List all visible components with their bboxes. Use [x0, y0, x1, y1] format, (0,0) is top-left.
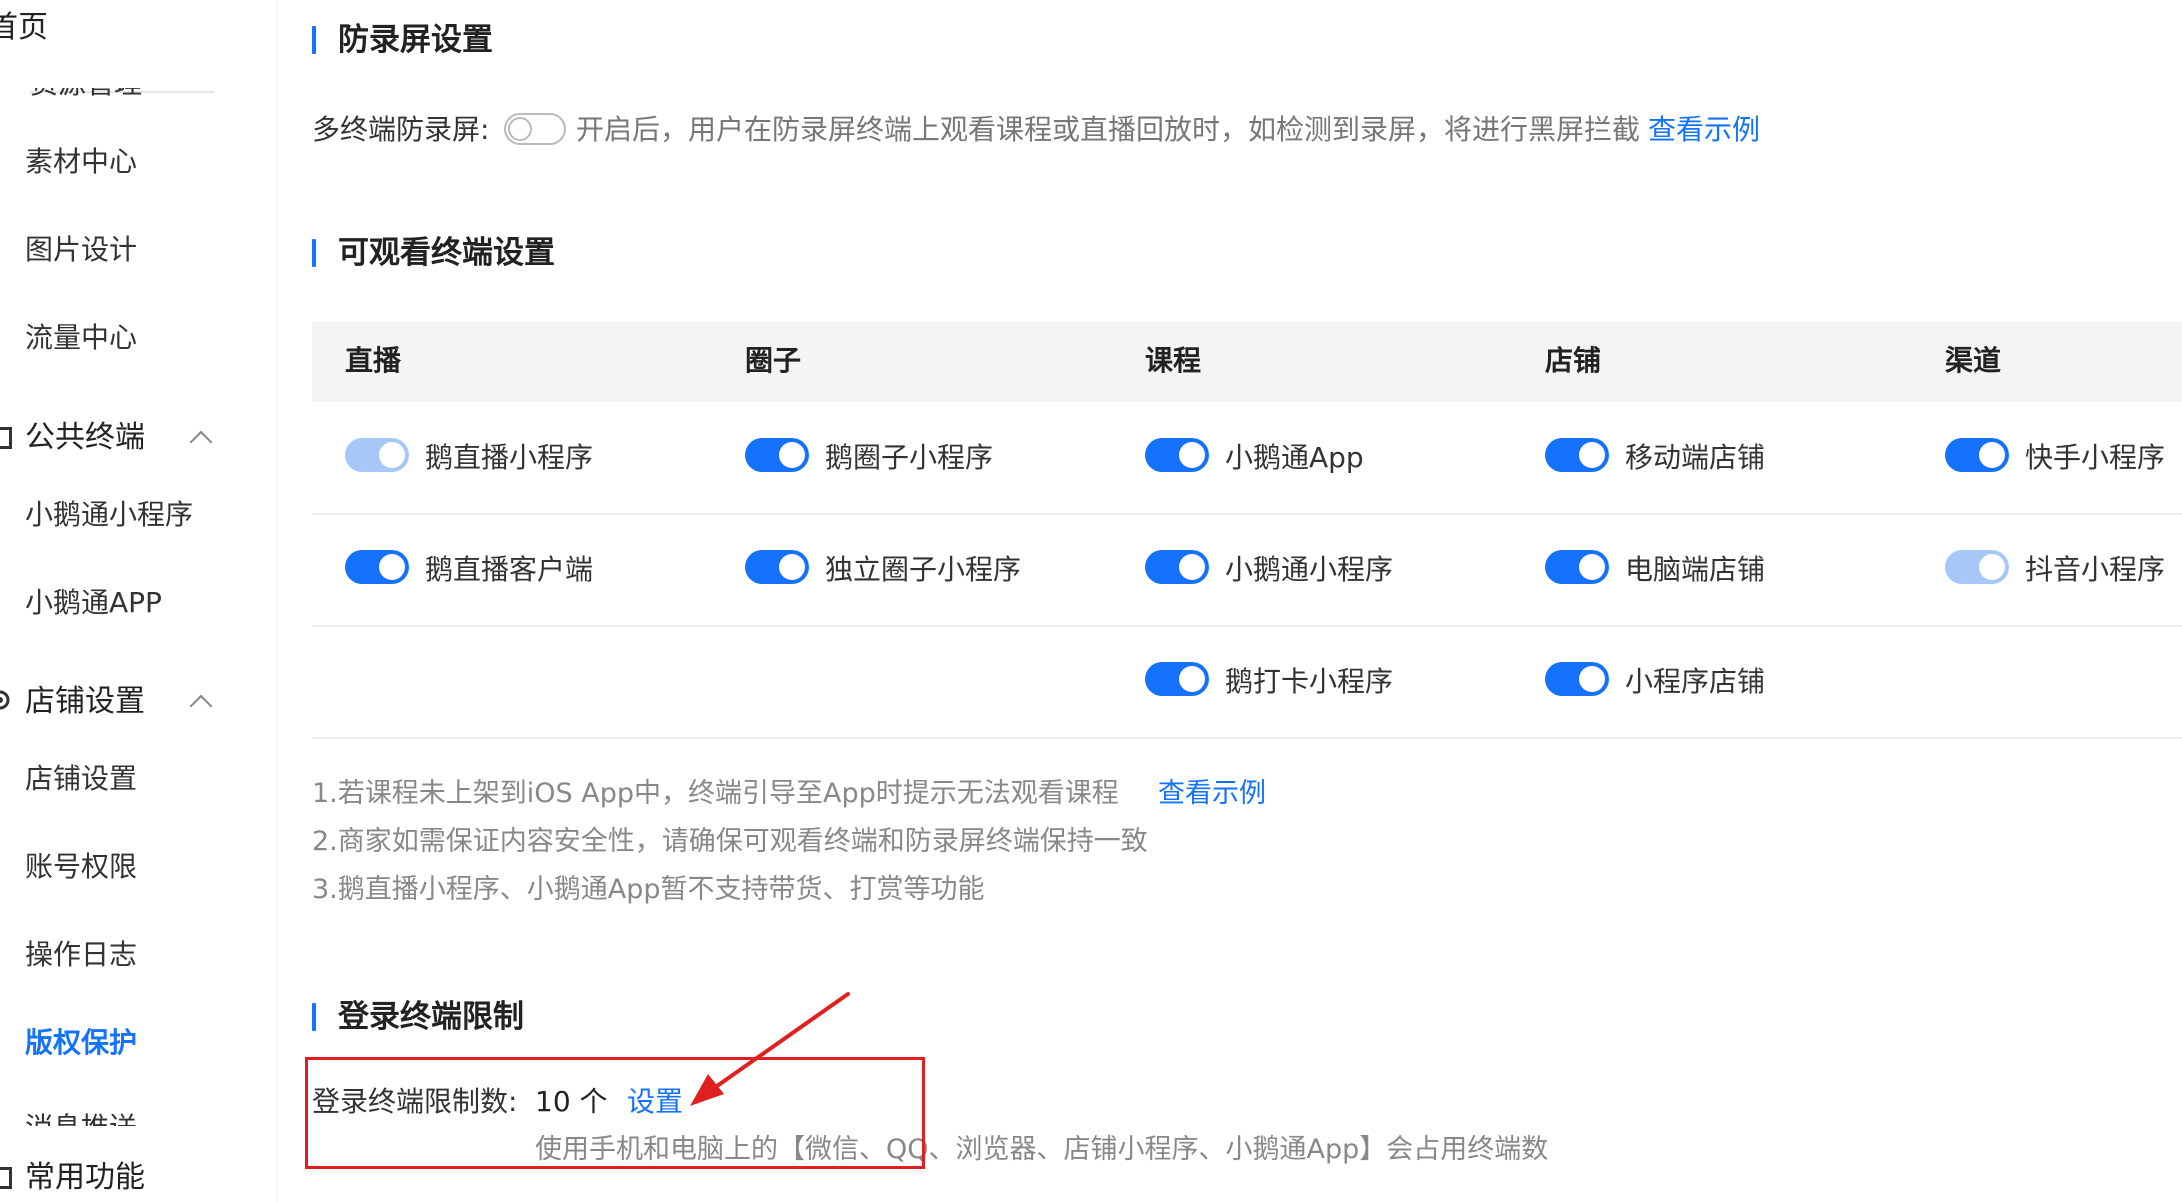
terminal-label: 鹅直播客户端 — [425, 553, 594, 586]
terminal-label: 小程序店铺 — [1625, 665, 1766, 698]
toggle-knob — [1979, 442, 2005, 468]
main-content: 防录屏设置 多终端防录屏: 开启后，用户在防录屏终端上观看课程或直播回放时，如检… — [278, 0, 2182, 1202]
section-accent-bar — [312, 239, 316, 267]
section-accent-bar — [312, 1003, 316, 1031]
sidebar-item-account-permissions[interactable]: 账号权限 — [25, 849, 137, 885]
toggle-xiaoe-app[interactable] — [1145, 438, 1209, 472]
terminal-label: 鹅直播小程序 — [425, 441, 594, 474]
column-header-channel: 渠道 — [1945, 344, 2002, 377]
toggle-knob — [379, 442, 405, 468]
terminal-icon — [0, 427, 12, 449]
toggle-knob — [779, 554, 805, 580]
chevron-up-icon[interactable] — [189, 430, 213, 454]
note-example-link[interactable]: 查看示例 — [1158, 776, 1266, 812]
terminal-label: 鹅打卡小程序 — [1225, 665, 1394, 698]
sidebar-item-shop-settings[interactable]: 店铺设置 — [25, 761, 137, 797]
toggle-miniprogram-shop[interactable] — [1545, 662, 1609, 696]
table-row-divider — [312, 737, 2182, 739]
sidebar: 首页 资源管理 素材中心 图片设计 流量中心 公共终端 小鹅通小程序 小鹅通AP… — [0, 0, 277, 1202]
anti-record-example-link[interactable]: 查看示例 — [1648, 112, 1760, 148]
terminal-label: 抖音小程序 — [2025, 553, 2166, 586]
toggle-knob — [1179, 554, 1205, 580]
toggle-knob — [508, 117, 532, 141]
column-header-live: 直播 — [345, 344, 402, 377]
sidebar-group-shop-settings[interactable]: 店铺设置 — [25, 684, 145, 720]
gear-icon — [0, 690, 10, 710]
toggle-knob — [1179, 666, 1205, 692]
app-root: 首页 资源管理 素材中心 图片设计 流量中心 公共终端 小鹅通小程序 小鹅通AP… — [0, 0, 2182, 1202]
toggle-knob — [1579, 554, 1605, 580]
sidebar-item-resource-mgmt[interactable]: 资源管理 — [30, 88, 142, 102]
sidebar-item-material-center[interactable]: 素材中心 — [25, 144, 137, 180]
anti-record-description: 开启后，用户在防录屏终端上观看课程或直播回放时，如检测到录屏，将进行黑屏拦截 — [576, 113, 1641, 146]
sidebar-group-common-functions[interactable]: 常用功能 — [25, 1160, 145, 1196]
anti-record-label: 多终端防录屏: — [312, 113, 490, 146]
sidebar-item-copyright-protection[interactable]: 版权保护 — [25, 1025, 137, 1061]
note-line-1: 1.若课程未上架到iOS App中，终端引导至App时提示无法观看课程 — [312, 778, 1119, 809]
toggle-knob — [1579, 666, 1605, 692]
toggle-knob — [379, 554, 405, 580]
sidebar-item-image-design[interactable]: 图片设计 — [25, 232, 137, 268]
terminal-label: 快手小程序 — [2025, 441, 2166, 474]
toggle-knob — [1179, 442, 1205, 468]
toggle-pc-shop[interactable] — [1545, 550, 1609, 584]
chevron-up-icon[interactable] — [189, 694, 213, 718]
sidebar-item-xiaoe-miniprogram[interactable]: 小鹅通小程序 — [25, 497, 193, 533]
toggle-xiaoe-miniprogram[interactable] — [1145, 550, 1209, 584]
column-header-circle: 圈子 — [745, 344, 802, 377]
toggle-knob — [1579, 442, 1605, 468]
toggle-douyin-miniprogram[interactable] — [1945, 550, 2009, 584]
note-line-2: 2.商家如需保证内容安全性，请确保可观看终端和防录屏终端保持一致 — [312, 826, 1148, 857]
toggle-kuaishou-miniprogram[interactable] — [1945, 438, 2009, 472]
toggle-standalone-circle-miniprogram[interactable] — [745, 550, 809, 584]
sidebar-item-xiaoe-app[interactable]: 小鹅通APP — [25, 585, 162, 621]
sidebar-item-home[interactable]: 首页 — [0, 10, 48, 46]
section-title-viewable: 可观看终端设置 — [338, 235, 555, 271]
column-header-shop: 店铺 — [1545, 344, 1602, 377]
section-title-login-limit: 登录终端限制 — [338, 999, 524, 1035]
toggle-mobile-shop[interactable] — [1545, 438, 1609, 472]
sidebar-item-traffic-center[interactable]: 流量中心 — [25, 320, 137, 356]
toggle-knob — [1979, 554, 2005, 580]
terminal-label: 小鹅通App — [1225, 441, 1364, 474]
terminal-label: 移动端店铺 — [1625, 441, 1766, 474]
table-row-divider — [312, 513, 2182, 515]
terminal-table-header — [312, 322, 2182, 402]
section-title-anti-record: 防录屏设置 — [338, 22, 493, 58]
sidebar-item-operation-log[interactable]: 操作日志 — [25, 937, 137, 973]
toggle-ezhibo-client[interactable] — [345, 550, 409, 584]
apps-icon — [0, 1167, 12, 1189]
toggle-equanzi-miniprogram[interactable] — [745, 438, 809, 472]
toggle-eduzhibo-miniprogram[interactable] — [345, 438, 409, 472]
terminal-label: 小鹅通小程序 — [1225, 553, 1394, 586]
toggle-edaka-miniprogram[interactable] — [1145, 662, 1209, 696]
terminal-label: 鹅圈子小程序 — [825, 441, 994, 474]
annotation-arrow-icon — [690, 992, 850, 1106]
note-line-3: 3.鹅直播小程序、小鹅通App暂不支持带货、打赏等功能 — [312, 874, 985, 905]
anti-record-toggle[interactable] — [504, 113, 566, 145]
column-header-course: 课程 — [1145, 344, 1202, 377]
sidebar-item-message-push[interactable]: 消息推送 — [25, 1110, 137, 1126]
toggle-knob — [779, 442, 805, 468]
table-row-divider — [312, 625, 2182, 627]
sidebar-group-public-terminal[interactable]: 公共终端 — [25, 420, 145, 456]
terminal-label: 电脑端店铺 — [1625, 553, 1766, 586]
section-accent-bar — [312, 26, 316, 54]
terminal-label: 独立圈子小程序 — [825, 553, 1022, 586]
